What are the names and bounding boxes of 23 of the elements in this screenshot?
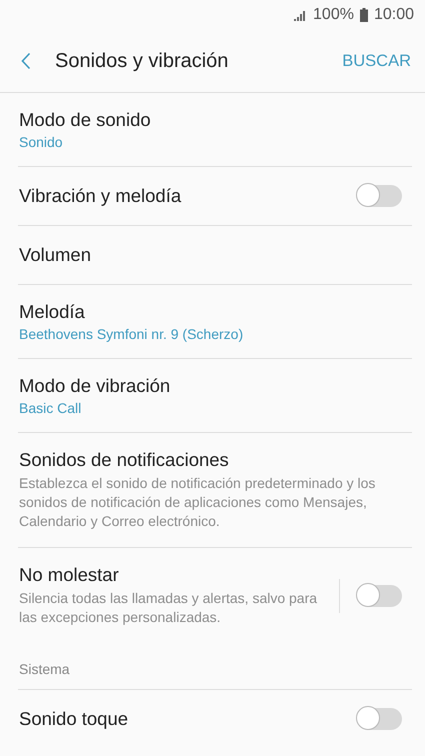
back-icon[interactable] [21, 52, 31, 70]
toggle-switch[interactable] [358, 708, 402, 730]
battery-icon [360, 8, 368, 22]
toggle-switch[interactable] [358, 584, 402, 606]
setting-title: Volumen [19, 244, 91, 266]
setting-description: Establezca el sonido de notificación predeterminado y los sonidos de notificación de aplicaciones como Mensajes, Calendario y Correo electrónico. [19, 474, 376, 531]
setting-title: Sonidos de notificaciones [19, 449, 229, 471]
toggle-switch[interactable] [358, 185, 402, 207]
setting-title: Modo de sonido [19, 109, 151, 131]
setting-description: Silencia todas las llamadas y alertas, salvo para las excepciones personalizadas. [19, 589, 318, 627]
setting-title: Melodía [19, 301, 85, 323]
battery-percentage: 100% [313, 6, 354, 24]
search-button[interactable]: BUSCAR [338, 48, 425, 74]
setting-title: No molestar [19, 564, 119, 586]
clock: 10:00 [374, 6, 414, 24]
screen-title: Sonidos y vibración [55, 50, 230, 72]
setting-value: Basic Call [19, 400, 82, 416]
section-header: Sistema [19, 660, 71, 679]
setting-value: Beethovens Symfoni nr. 9 (Scherzo) [19, 326, 244, 342]
setting-title: Modo de vibración [19, 375, 170, 397]
setting-title: Vibración y melodía [19, 185, 182, 207]
setting-value: Sonido [19, 134, 63, 150]
setting-title: Sonido toque [19, 708, 128, 730]
